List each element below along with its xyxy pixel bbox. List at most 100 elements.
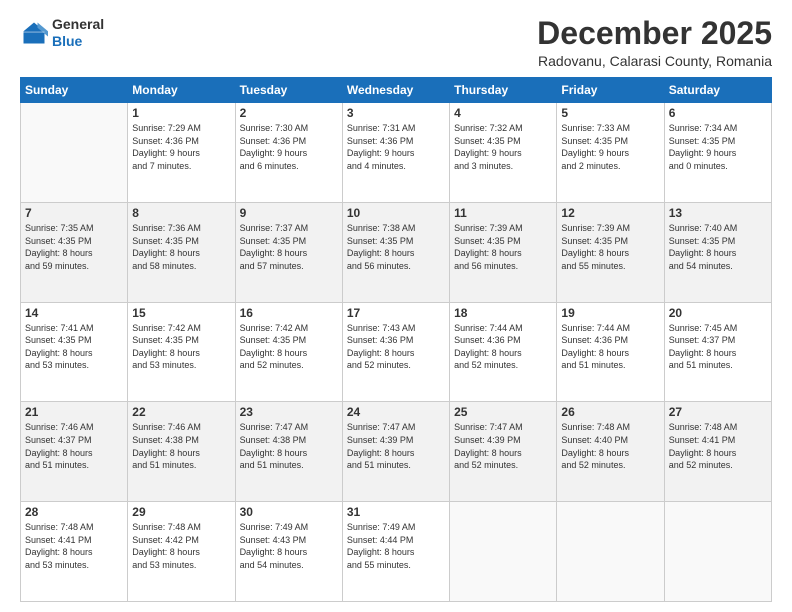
day-number: 7	[25, 206, 123, 220]
day-info: Sunrise: 7:39 AM Sunset: 4:35 PM Dayligh…	[561, 222, 659, 272]
day-number: 27	[669, 405, 767, 419]
calendar-cell: 12 Sunrise: 7:39 AM Sunset: 4:35 PM Dayli…	[557, 202, 664, 302]
day-number: 2	[240, 106, 338, 120]
calendar-cell: 23Sunrise: 7:47 AM Sunset: 4:38 PM Dayli…	[235, 402, 342, 502]
calendar-cell: 18 Sunrise: 7:44 AM Sunset: 4:36 PM Dayli…	[450, 302, 557, 402]
day-info: Sunrise: 7:44 AM Sunset: 4:36 PM Dayligh…	[561, 322, 659, 372]
day-number: 12	[561, 206, 659, 220]
day-info: Sunrise: 7:46 AM Sunset: 4:38 PM Dayligh…	[132, 421, 230, 471]
day-number: 21	[25, 405, 123, 419]
calendar-cell: 19 Sunrise: 7:44 AM Sunset: 4:36 PM Dayli…	[557, 302, 664, 402]
day-info: Sunrise: 7:49 AM Sunset: 4:43 PM Dayligh…	[240, 521, 338, 571]
calendar-cell	[21, 103, 128, 203]
calendar-cell: 26 Sunrise: 7:48 AM Sunset: 4:40 PM Dayli…	[557, 402, 664, 502]
calendar-week-row: 21Sunrise: 7:46 AM Sunset: 4:37 PM Dayli…	[21, 402, 772, 502]
calendar-cell: 31Sunrise: 7:49 AM Sunset: 4:44 PM Dayli…	[342, 502, 449, 602]
calendar-cell: 7 Sunrise: 7:35 AM Sunset: 4:35 PM Daylig…	[21, 202, 128, 302]
day-number: 16	[240, 306, 338, 320]
col-wednesday: Wednesday	[342, 78, 449, 103]
day-info: Sunrise: 7:34 AM Sunset: 4:35 PM Dayligh…	[669, 122, 767, 172]
location: Radovanu, Calarasi County, Romania	[537, 53, 772, 69]
logo-icon	[20, 19, 48, 47]
day-number: 30	[240, 505, 338, 519]
calendar-table: Sunday Monday Tuesday Wednesday Thursday…	[20, 77, 772, 602]
logo-text: General Blue	[52, 16, 104, 50]
day-info: Sunrise: 7:48 AM Sunset: 4:41 PM Dayligh…	[25, 521, 123, 571]
calendar-cell: 5 Sunrise: 7:33 AM Sunset: 4:35 PM Daylig…	[557, 103, 664, 203]
calendar-cell	[664, 502, 771, 602]
day-number: 15	[132, 306, 230, 320]
calendar-cell: 21Sunrise: 7:46 AM Sunset: 4:37 PM Dayli…	[21, 402, 128, 502]
day-info: Sunrise: 7:40 AM Sunset: 4:35 PM Dayligh…	[669, 222, 767, 272]
day-info: Sunrise: 7:33 AM Sunset: 4:35 PM Dayligh…	[561, 122, 659, 172]
day-number: 26	[561, 405, 659, 419]
day-number: 25	[454, 405, 552, 419]
calendar-cell: 20Sunrise: 7:45 AM Sunset: 4:37 PM Dayli…	[664, 302, 771, 402]
day-info: Sunrise: 7:36 AM Sunset: 4:35 PM Dayligh…	[132, 222, 230, 272]
calendar-week-row: 28 Sunrise: 7:48 AM Sunset: 4:41 PM Dayli…	[21, 502, 772, 602]
day-info: Sunrise: 7:48 AM Sunset: 4:40 PM Dayligh…	[561, 421, 659, 471]
day-number: 5	[561, 106, 659, 120]
calendar-cell: 8 Sunrise: 7:36 AM Sunset: 4:35 PM Daylig…	[128, 202, 235, 302]
day-info: Sunrise: 7:39 AM Sunset: 4:35 PM Dayligh…	[454, 222, 552, 272]
calendar-cell: 14 Sunrise: 7:41 AM Sunset: 4:35 PM Dayli…	[21, 302, 128, 402]
calendar-cell: 15Sunrise: 7:42 AM Sunset: 4:35 PM Dayli…	[128, 302, 235, 402]
month-title: December 2025	[537, 16, 772, 51]
day-info: Sunrise: 7:47 AM Sunset: 4:39 PM Dayligh…	[454, 421, 552, 471]
calendar-cell: 3 Sunrise: 7:31 AM Sunset: 4:36 PM Daylig…	[342, 103, 449, 203]
day-number: 22	[132, 405, 230, 419]
page: General Blue December 2025 Radovanu, Cal…	[0, 0, 792, 612]
day-info: Sunrise: 7:30 AM Sunset: 4:36 PM Dayligh…	[240, 122, 338, 172]
logo-blue: Blue	[52, 33, 82, 49]
logo-general: General	[52, 16, 104, 32]
calendar-cell: 27 Sunrise: 7:48 AM Sunset: 4:41 PM Dayli…	[664, 402, 771, 502]
day-info: Sunrise: 7:47 AM Sunset: 4:39 PM Dayligh…	[347, 421, 445, 471]
col-saturday: Saturday	[664, 78, 771, 103]
calendar-body: 1 Sunrise: 7:29 AM Sunset: 4:36 PM Daylig…	[21, 103, 772, 602]
calendar-week-row: 7 Sunrise: 7:35 AM Sunset: 4:35 PM Daylig…	[21, 202, 772, 302]
day-number: 14	[25, 306, 123, 320]
day-number: 1	[132, 106, 230, 120]
calendar-cell: 28 Sunrise: 7:48 AM Sunset: 4:41 PM Dayli…	[21, 502, 128, 602]
day-info: Sunrise: 7:35 AM Sunset: 4:35 PM Dayligh…	[25, 222, 123, 272]
day-info: Sunrise: 7:41 AM Sunset: 4:35 PM Dayligh…	[25, 322, 123, 372]
day-info: Sunrise: 7:38 AM Sunset: 4:35 PM Dayligh…	[347, 222, 445, 272]
day-number: 3	[347, 106, 445, 120]
calendar-cell	[557, 502, 664, 602]
day-info: Sunrise: 7:44 AM Sunset: 4:36 PM Dayligh…	[454, 322, 552, 372]
day-number: 19	[561, 306, 659, 320]
day-number: 20	[669, 306, 767, 320]
col-friday: Friday	[557, 78, 664, 103]
day-info: Sunrise: 7:48 AM Sunset: 4:42 PM Dayligh…	[132, 521, 230, 571]
day-number: 9	[240, 206, 338, 220]
calendar-cell: 25 Sunrise: 7:47 AM Sunset: 4:39 PM Dayli…	[450, 402, 557, 502]
calendar-week-row: 14 Sunrise: 7:41 AM Sunset: 4:35 PM Dayli…	[21, 302, 772, 402]
day-number: 29	[132, 505, 230, 519]
day-number: 18	[454, 306, 552, 320]
day-info: Sunrise: 7:37 AM Sunset: 4:35 PM Dayligh…	[240, 222, 338, 272]
day-number: 6	[669, 106, 767, 120]
calendar-cell: 30 Sunrise: 7:49 AM Sunset: 4:43 PM Dayli…	[235, 502, 342, 602]
day-number: 23	[240, 405, 338, 419]
day-number: 28	[25, 505, 123, 519]
calendar-cell: 11 Sunrise: 7:39 AM Sunset: 4:35 PM Dayli…	[450, 202, 557, 302]
day-number: 11	[454, 206, 552, 220]
header: General Blue December 2025 Radovanu, Cal…	[20, 16, 772, 69]
calendar-cell: 10Sunrise: 7:38 AM Sunset: 4:35 PM Dayli…	[342, 202, 449, 302]
calendar-cell: 16 Sunrise: 7:42 AM Sunset: 4:35 PM Dayli…	[235, 302, 342, 402]
col-sunday: Sunday	[21, 78, 128, 103]
day-info: Sunrise: 7:48 AM Sunset: 4:41 PM Dayligh…	[669, 421, 767, 471]
calendar-cell: 2 Sunrise: 7:30 AM Sunset: 4:36 PM Daylig…	[235, 103, 342, 203]
day-info: Sunrise: 7:31 AM Sunset: 4:36 PM Dayligh…	[347, 122, 445, 172]
calendar-cell: 9 Sunrise: 7:37 AM Sunset: 4:35 PM Daylig…	[235, 202, 342, 302]
day-number: 4	[454, 106, 552, 120]
logo: General Blue	[20, 16, 104, 50]
day-info: Sunrise: 7:42 AM Sunset: 4:35 PM Dayligh…	[240, 322, 338, 372]
day-info: Sunrise: 7:49 AM Sunset: 4:44 PM Dayligh…	[347, 521, 445, 571]
day-info: Sunrise: 7:32 AM Sunset: 4:35 PM Dayligh…	[454, 122, 552, 172]
day-number: 24	[347, 405, 445, 419]
calendar-week-row: 1 Sunrise: 7:29 AM Sunset: 4:36 PM Daylig…	[21, 103, 772, 203]
day-number: 8	[132, 206, 230, 220]
calendar-cell: 29 Sunrise: 7:48 AM Sunset: 4:42 PM Dayli…	[128, 502, 235, 602]
day-info: Sunrise: 7:29 AM Sunset: 4:36 PM Dayligh…	[132, 122, 230, 172]
